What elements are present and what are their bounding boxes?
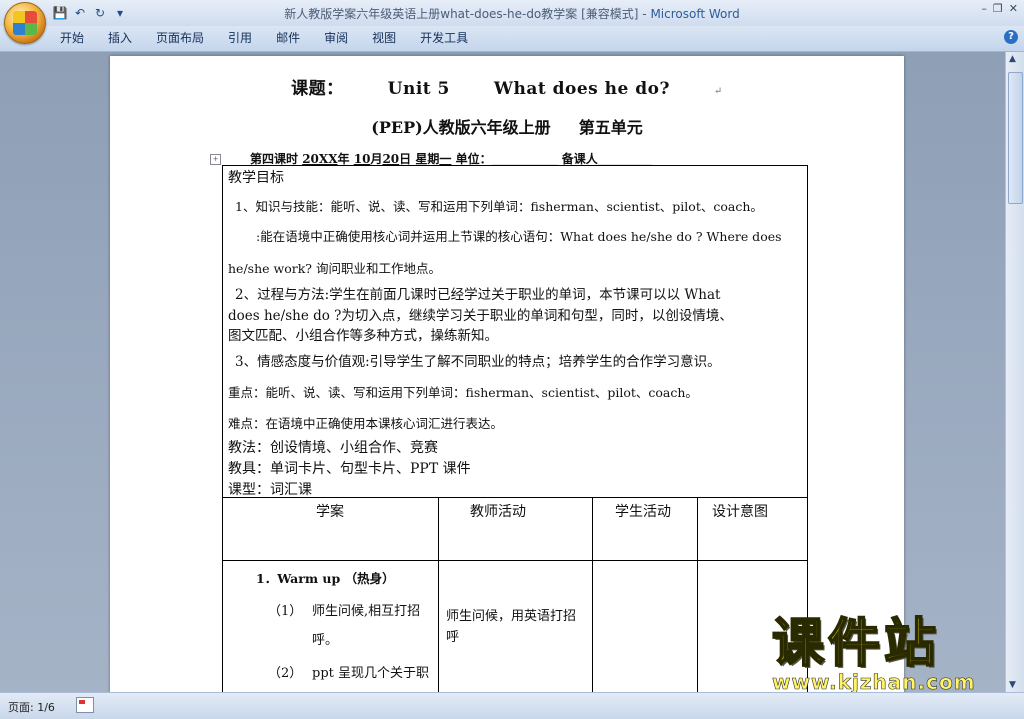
column-header-plan: 学案 [316, 504, 344, 520]
subtitle-left: (PEP)人教版六年级上册 [371, 118, 551, 137]
tab-mailings[interactable]: 邮件 [264, 30, 312, 47]
watermark-brand: 课件站 [771, 614, 941, 674]
meta-weekday-label: 星期 [415, 152, 440, 166]
meta-month: 10 [353, 152, 371, 166]
column-header-purpose: 设计意图 [712, 504, 768, 520]
app-name: Microsoft Word [650, 7, 740, 21]
restore-icon[interactable]: ❐ [993, 2, 1003, 15]
column-header-teacher: 教师活动 [470, 504, 526, 520]
objective-line-1: 1、知识与技能：能听、说、读、写和运用下列单词：fisherman、scient… [235, 199, 763, 214]
item1-continued: 呼。 [312, 633, 339, 648]
tab-review[interactable]: 审阅 [312, 30, 360, 47]
meta-teacher-blank: _________ [597, 152, 652, 166]
meta-weekday: 一 [439, 152, 452, 166]
meta-unit-blank: ___________ [491, 152, 558, 166]
objective-line-6: 图文匹配、小组合作等多种方式，操练新知。 [228, 328, 498, 344]
title-question: What does he do? [493, 79, 670, 99]
item1-text: 师生问候,相互打招 [312, 604, 421, 619]
lesson-subtitle: (PEP)人教版六年级上册 第五单元 [110, 114, 904, 138]
meta-year-suffix: 年 [337, 152, 350, 166]
scroll-up-icon[interactable]: ▲ [1009, 54, 1016, 64]
title-bar: 💾 ↶ ↻ ▾ 新人教版学案六年级英语上册what-does-he-do教学案 … [0, 0, 1024, 27]
lesson-title: 课题： Unit 5 What does he do? ↵ [110, 74, 904, 99]
item1-number: （1） [268, 604, 303, 619]
teaching-tools: 教具：单词卡片、句型卡片、PPT 课件 [228, 461, 471, 477]
office-button[interactable] [4, 2, 46, 44]
scroll-down-icon[interactable]: ▼ [1009, 680, 1016, 690]
objective-line-3: he/she work? 询问职业和工作地点。 [228, 261, 441, 276]
step-warm-up: 1．Warm up （热身） [256, 571, 395, 586]
tab-insert[interactable]: 插入 [96, 30, 144, 47]
window-controls: – ❐ ✕ [981, 2, 1018, 15]
difficulty: 难点：在语境中正确使用本课核心词汇进行表达。 [228, 416, 504, 431]
status-bar: 页面: 1/6 [0, 692, 1024, 719]
meta-lesson: 第四课时 [250, 152, 299, 166]
title-unit: Unit 5 [387, 79, 450, 99]
item2-number: （2） [268, 666, 303, 681]
watermark-url: www.kjzhan.com [772, 670, 976, 694]
close-icon[interactable]: ✕ [1009, 2, 1018, 15]
objective-line-5: does he/she do ?为切入点，继续学习关于职业的单词和句型，同时，以… [228, 308, 733, 324]
scroll-thumb[interactable] [1008, 72, 1023, 204]
window-title: 新人教版学案六年级英语上册what-does-he-do教学案 [兼容模式] -… [284, 7, 740, 21]
teacher-activity-line-2: 呼 [446, 630, 460, 645]
objective-line-4: 2、过程与方法:学生在前面几课时已经学过关于职业的单词，本节课可以以 What [235, 287, 721, 303]
ribbon-tabs: 开始 插入 页面布局 引用 邮件 审阅 视图 开发工具 [48, 30, 480, 47]
title-prefix: 课题： [291, 79, 344, 99]
teacher-activity-line-1: 师生问候，用英语打招 [446, 609, 577, 624]
subtitle-right: 第五单元 [578, 118, 643, 137]
help-icon[interactable]: ? [1004, 30, 1018, 44]
watermark: 课件站 www.kjzhan.com [771, 614, 1004, 694]
meta-year: 20XX [302, 152, 338, 166]
tab-home[interactable]: 开始 [48, 30, 96, 47]
meta-day: 20 [382, 152, 400, 166]
meta-unit-label: 单位： [455, 152, 492, 166]
objective-line-2: :能在语境中正确使用核心词并运用上节课的核心语句：What does he/sh… [256, 229, 782, 244]
minimize-icon[interactable]: – [981, 2, 987, 15]
ribbon: 开始 插入 页面布局 引用 邮件 审阅 视图 开发工具 ? [0, 26, 1024, 52]
tab-references[interactable]: 引用 [216, 30, 264, 47]
row1-cell-teacher [438, 560, 593, 710]
table-move-handle-icon[interactable]: + [210, 154, 221, 165]
meta-day-suffix: 日 [399, 152, 412, 166]
item2-text: ppt 呈现几个关于职 [312, 666, 430, 681]
tab-view[interactable]: 视图 [360, 30, 408, 47]
paragraph-mark-icon: ↵ [713, 86, 723, 97]
document-page[interactable]: 课题： Unit 5 What does he do? ↵ (PEP)人教版六年级上册… [110, 56, 904, 710]
objectives-heading: 教学目标 [228, 170, 284, 186]
meta-teacher-label: 备课人 [561, 152, 598, 166]
column-header-student: 学生活动 [615, 504, 671, 520]
vertical-scrollbar[interactable]: ▲ ▼ [1005, 52, 1024, 692]
document-title: 新人教版学案六年级英语上册what-does-he-do教学案 [兼容模式] [284, 7, 639, 21]
tab-developer[interactable]: 开发工具 [408, 30, 480, 47]
meta-month-suffix: 月 [370, 152, 383, 166]
tab-page-layout[interactable]: 页面布局 [144, 30, 216, 47]
lesson-type: 课型：词汇课 [228, 482, 312, 498]
page-indicator[interactable]: 页面: 1/6 [8, 699, 55, 715]
row1-cell-student [592, 560, 698, 710]
proofing-icon[interactable] [76, 697, 94, 713]
objective-line-7: 3、情感态度与价值观:引导学生了解不同职业的特点；培养学生的合作学习意识。 [235, 354, 721, 370]
key-point: 重点：能听、说、读、写和运用下列单词：fisherman、scientist、p… [228, 385, 698, 400]
office-logo-icon [13, 11, 37, 35]
teaching-method: 教法：创设情境、小组合作、竞赛 [228, 440, 438, 456]
